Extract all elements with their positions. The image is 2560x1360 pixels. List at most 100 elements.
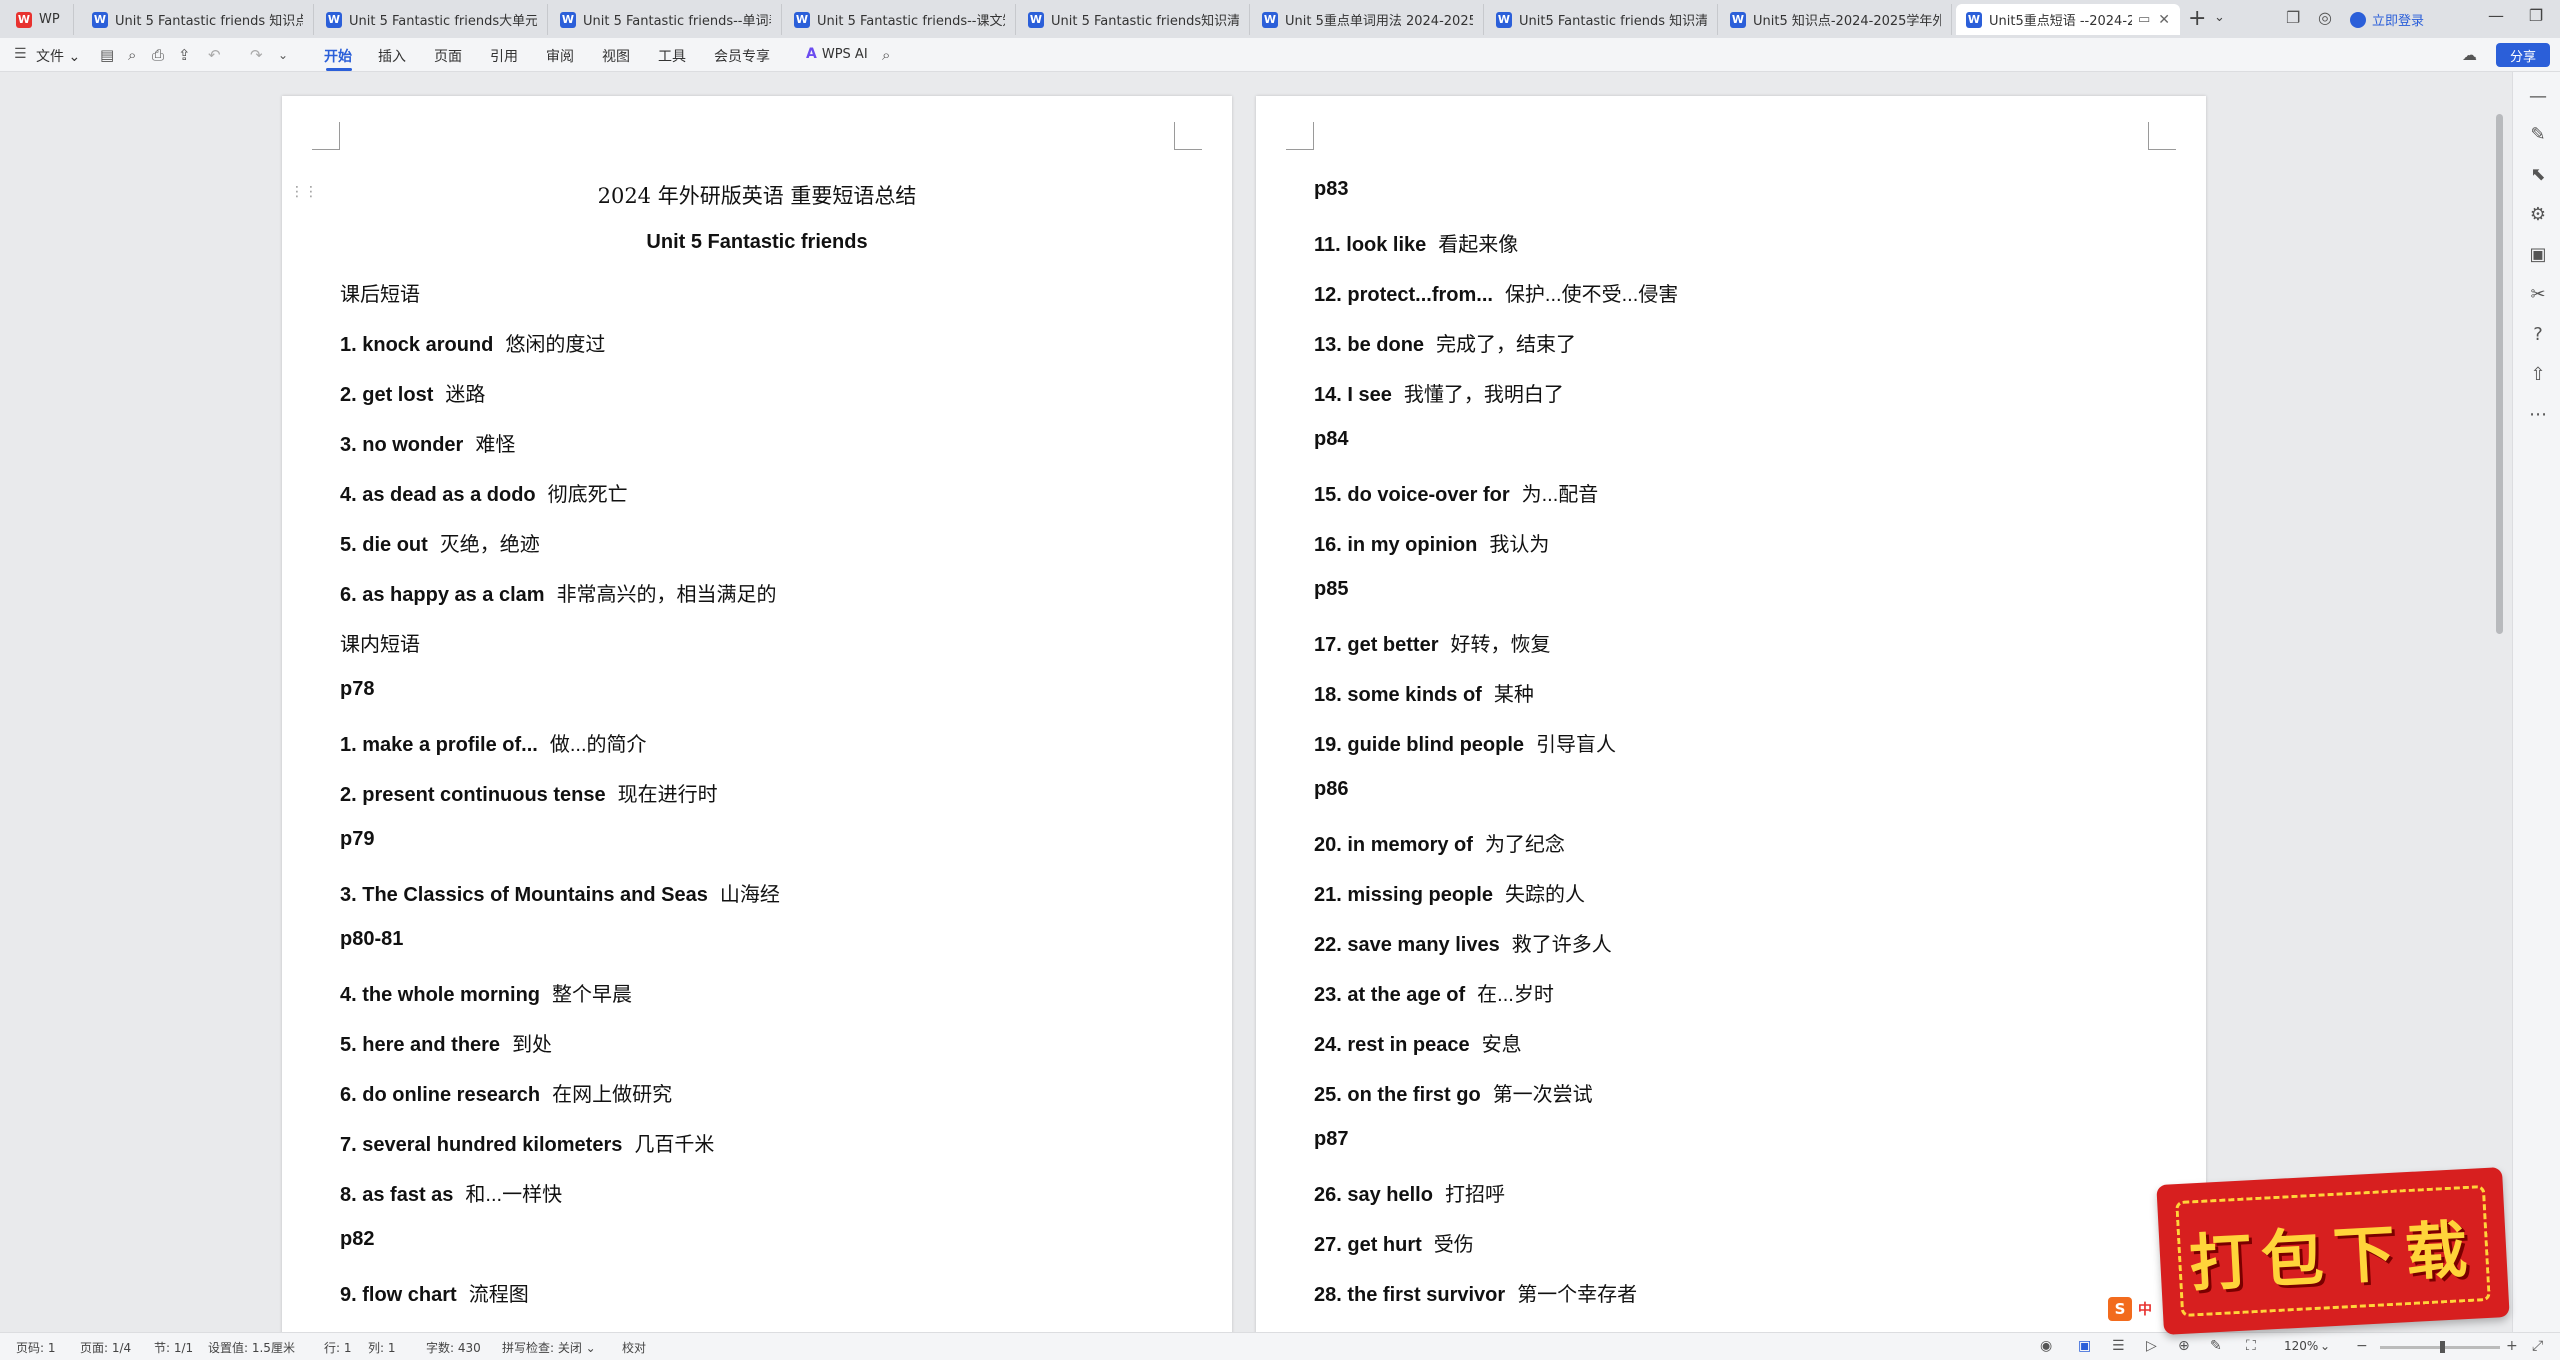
document-page-2[interactable]: p83 11. look like 看起来像 12. protect...from..… — [1256, 96, 2206, 1332]
phrase-line[interactable]: 4. the whole morning 整个早晨 — [340, 978, 632, 1007]
tab-wps-home[interactable]: W WP — [6, 4, 74, 35]
phrase-line[interactable]: 3. The Classics of Mountains and Seas 山海经 — [340, 878, 780, 907]
zoom-level[interactable]: 120% — [2284, 1339, 2318, 1353]
phrase-line[interactable]: p80-81 — [340, 928, 403, 951]
zoom-chevron-icon[interactable]: ⌄ — [2320, 1339, 2330, 1353]
phrase-line[interactable]: 25. on the first go 第一次尝试 — [1314, 1078, 1593, 1107]
ime-toolbar[interactable]: S 中 — [2108, 1296, 2152, 1322]
menu-insert[interactable]: 插入 — [378, 46, 406, 66]
phrase-line[interactable]: 课内短语 — [340, 628, 420, 657]
image-icon[interactable]: ▣ — [2527, 244, 2549, 265]
phrase-line[interactable]: 6. as happy as a clam 非常高兴的，相当满足的 — [340, 578, 777, 607]
tab-document-active[interactable]: W Unit5重点短语 --2024-202 ▭ ✕ — [1956, 4, 2180, 35]
status-section[interactable]: 节: 1/1 — [154, 1339, 193, 1356]
phrase-line[interactable]: 26. say hello 打招呼 — [1314, 1178, 1505, 1207]
menu-page[interactable]: 页面 — [434, 46, 462, 66]
fullscreen-icon[interactable]: ⤢ — [2532, 1338, 2543, 1354]
help-icon[interactable]: ? — [2527, 324, 2549, 345]
phrase-line[interactable]: 2. get lost 迷路 — [340, 378, 485, 407]
web-view-icon[interactable]: ⊕ — [2178, 1338, 2190, 1354]
settings-sliders-icon[interactable]: ⚙ — [2527, 204, 2549, 225]
login-button[interactable]: 立即登录 — [2350, 10, 2424, 29]
status-page-no[interactable]: 页码: 1 — [16, 1339, 56, 1356]
minimize-icon[interactable]: — — [2476, 6, 2516, 25]
scrollbar-thumb[interactable] — [2496, 114, 2503, 634]
phrase-line[interactable]: p83 — [1314, 178, 1348, 201]
file-menu[interactable]: 文件 ⌄ — [36, 46, 80, 66]
tab-document-2[interactable]: W Unit 5 Fantastic friends大单元分 — [316, 4, 548, 35]
phrase-line[interactable]: 16. in my opinion 我认为 — [1314, 528, 1549, 557]
tab-document-8[interactable]: W Unit5 知识点-2024-2025学年外研 — [1720, 4, 1952, 35]
download-badge[interactable]: 打包下载 — [2156, 1167, 2510, 1335]
play-icon[interactable]: ▷ — [2146, 1338, 2157, 1354]
tab-document-5[interactable]: W Unit 5 Fantastic friends知识清单 — [1018, 4, 1250, 35]
phrase-line[interactable]: 23. at the age of 在...岁时 — [1314, 978, 1554, 1007]
tools-icon[interactable]: ✂ — [2527, 284, 2549, 305]
phrase-line[interactable]: 5. here and there 到处 — [340, 1028, 552, 1057]
phrase-line[interactable]: p79 — [340, 828, 374, 851]
zoom-slider-knob[interactable] — [2440, 1341, 2445, 1353]
print-preview-icon[interactable]: ⌕ — [128, 46, 136, 64]
close-tab-icon[interactable]: ✕ — [2158, 12, 2170, 28]
undo-icon[interactable]: ↶ — [208, 46, 221, 64]
status-row[interactable]: 行: 1 — [324, 1339, 352, 1356]
menu-home[interactable]: 开始 — [324, 46, 352, 66]
maximize-icon[interactable]: ❐ — [2516, 6, 2556, 25]
share-panel-icon[interactable]: ⇧ — [2527, 364, 2549, 385]
save-icon[interactable]: ▤ — [100, 46, 114, 64]
menu-view[interactable]: 视图 — [602, 46, 630, 66]
phrase-line[interactable]: 7. several hundred kilometers 几百千米 — [340, 1128, 714, 1157]
phrase-line[interactable]: 15. do voice-over for 为...配音 — [1314, 478, 1598, 507]
print-icon[interactable]: ⎙ — [152, 46, 164, 64]
phrase-line[interactable]: 22. save many lives 救了许多人 — [1314, 928, 1612, 957]
phrase-line[interactable]: 21. missing people 失踪的人 — [1314, 878, 1585, 907]
phrase-line[interactable]: 5. die out 灭绝，绝迹 — [340, 528, 540, 557]
phrase-line[interactable]: 27. get hurt 受伤 — [1314, 1228, 1474, 1257]
document-title[interactable]: 2024 年外研版英语 重要短语总结 — [282, 180, 1232, 210]
phrase-line[interactable]: 19. guide blind people 引导盲人 — [1314, 728, 1616, 757]
document-page-1[interactable]: ⋮⋮ 2024 年外研版英语 重要短语总结 Unit 5 Fantastic f… — [282, 96, 1232, 1332]
menu-references[interactable]: 引用 — [490, 46, 518, 66]
status-pages[interactable]: 页面: 1/4 — [80, 1339, 131, 1356]
tab-document-4[interactable]: W Unit 5 Fantastic friends--课文知识 — [784, 4, 1016, 35]
redo-icon[interactable]: ↷ — [250, 46, 263, 64]
phrase-line[interactable]: p82 — [340, 1228, 374, 1251]
zoom-in-icon[interactable]: + — [2506, 1338, 2518, 1354]
tab-document-3[interactable]: W Unit 5 Fantastic friends--单词表 — [550, 4, 782, 35]
vertical-scrollbar[interactable] — [2488, 72, 2512, 1332]
status-proof[interactable]: 校对 — [622, 1339, 646, 1356]
menu-review[interactable]: 审阅 — [546, 46, 574, 66]
phrase-line[interactable]: p78 — [340, 678, 374, 701]
phrase-line[interactable]: p85 — [1314, 578, 1348, 601]
phrase-line[interactable]: 13. be done 完成了，结束了 — [1314, 328, 1576, 357]
select-cursor-icon[interactable]: ⬉ — [2527, 164, 2549, 185]
status-col[interactable]: 列: 1 — [368, 1339, 396, 1356]
phrase-line[interactable]: 18. some kinds of 某种 — [1314, 678, 1534, 707]
menu-tools[interactable]: 工具 — [658, 46, 686, 66]
pen-icon[interactable]: ✎ — [2527, 124, 2549, 145]
phrase-line[interactable]: 28. the first survivor 第一个幸存者 — [1314, 1278, 1637, 1307]
phrase-line[interactable]: 17. get better 好转，恢复 — [1314, 628, 1550, 657]
status-setting[interactable]: 设置值: 1.5厘米 — [208, 1339, 295, 1356]
more-icon[interactable]: ⋯ — [2527, 404, 2549, 425]
phrase-line[interactable]: 14. I see 我懂了，我明白了 — [1314, 378, 1564, 407]
phrase-line[interactable]: 12. protect...from... 保护...使不受...侵害 — [1314, 278, 1678, 307]
zoom-out-icon[interactable]: − — [2356, 1338, 2368, 1354]
more-chevron-icon[interactable]: ⌄ — [278, 48, 288, 62]
search-icon[interactable]: ⌕ — [882, 46, 890, 64]
window-layout-icon[interactable]: ❐ — [2286, 8, 2300, 27]
cloud-sync-icon[interactable]: ☁ — [2462, 46, 2477, 64]
collapse-icon[interactable]: — — [2527, 86, 2549, 107]
phrase-line[interactable]: p84 — [1314, 428, 1348, 451]
fit-page-icon[interactable]: ⛶ — [2246, 1338, 2256, 1354]
new-tab-icon[interactable]: + — [2188, 6, 2206, 31]
skin-icon[interactable]: ◎ — [2318, 8, 2332, 27]
status-word-count[interactable]: 字数: 430 — [426, 1339, 481, 1356]
tab-document-7[interactable]: W Unit5 Fantastic friends 知识清单 — [1486, 4, 1718, 35]
phrase-line[interactable]: 6. do online research 在网上做研究 — [340, 1078, 672, 1107]
document-subtitle[interactable]: Unit 5 Fantastic friends — [282, 231, 1232, 254]
phrase-line[interactable]: 8. as fast as 和...一样快 — [340, 1178, 562, 1207]
share-button[interactable]: 分享 — [2496, 43, 2550, 67]
tab-document-1[interactable]: W Unit 5 Fantastic friends 知识点 — [82, 4, 314, 35]
eye-protection-icon[interactable]: ◉ — [2040, 1338, 2052, 1354]
